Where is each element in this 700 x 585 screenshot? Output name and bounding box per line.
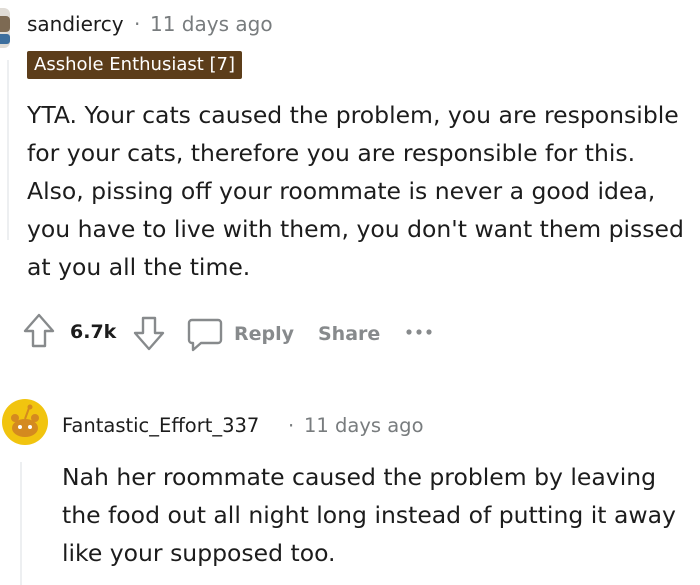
user-flair: Asshole Enthusiast [7] bbox=[27, 51, 243, 79]
reply-username[interactable]: Fantastic_Effort_337 bbox=[62, 414, 259, 437]
thread-line[interactable] bbox=[20, 462, 22, 585]
reply-timestamp[interactable]: 11 days ago bbox=[304, 414, 424, 437]
reply-body: Nah her roommate caused the problem by l… bbox=[62, 463, 676, 567]
upvote-arrow-icon[interactable] bbox=[22, 312, 56, 354]
avatar-shape bbox=[0, 16, 10, 32]
vote-count: 6.7k bbox=[70, 321, 117, 343]
comment-username[interactable]: sandiercy bbox=[27, 12, 124, 36]
meta-separator: · bbox=[134, 12, 141, 36]
comment-timestamp[interactable]: 11 days ago bbox=[150, 12, 273, 36]
comment-body: YTA. Your cats caused the problem, you a… bbox=[27, 101, 684, 281]
share-button[interactable]: Share bbox=[318, 323, 380, 345]
avatar-shape bbox=[0, 34, 10, 44]
reply-button[interactable]: Reply bbox=[234, 323, 294, 345]
user-avatar[interactable] bbox=[0, 8, 10, 48]
more-options-icon[interactable] bbox=[404, 322, 438, 342]
snoo-avatar-icon[interactable] bbox=[1, 398, 49, 450]
speech-bubble-icon[interactable] bbox=[186, 316, 224, 358]
downvote-arrow-icon[interactable] bbox=[132, 314, 166, 356]
comment-action-bar: 6.7k Reply Share bbox=[22, 310, 462, 356]
thread-line[interactable] bbox=[7, 60, 9, 240]
meta-separator: · bbox=[288, 414, 295, 437]
